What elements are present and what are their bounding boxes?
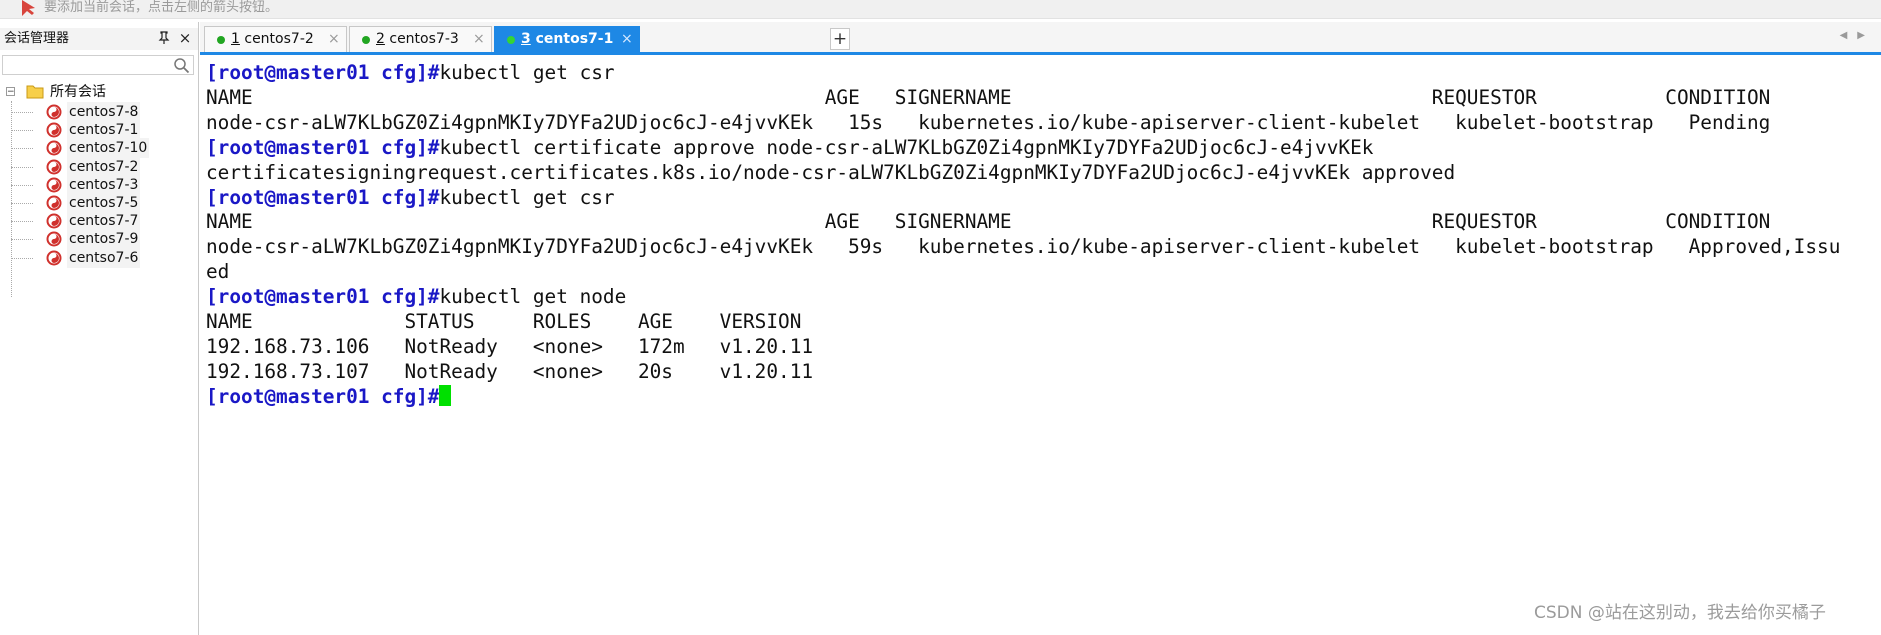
terminal-command-line: [root@master01 cfg]#kubectl get node (206, 284, 626, 309)
session-item-label: centso7-6 (67, 247, 141, 268)
tab-centos7-2[interactable]: 1 centos7-2 × (204, 26, 347, 52)
session-manager-panel: 会话管理器 × − 所有会话 centos7-8 centos7-1 centos7… (0, 22, 199, 635)
terminal-output-line: node-csr-aLW7KLbGZ0Zi4gpnMKIy7DYFa2UDjoc… (206, 234, 1840, 259)
hint-text: 要添加当前会话，点击左侧的箭头按钮。 (44, 0, 279, 15)
session-swirl-icon (46, 231, 62, 247)
watermark: CSDN @站在这别动，我去给你买橘子 (1534, 603, 1826, 623)
session-swirl-icon (46, 213, 62, 229)
tree-connector (11, 148, 33, 150)
arrow-bookmark-icon[interactable] (20, 0, 38, 16)
terminal-command-line: [root@master01 cfg]#kubectl get csr (206, 60, 615, 85)
session-swirl-icon (46, 177, 62, 193)
close-tab-icon[interactable]: × (621, 30, 633, 49)
tab-number: 3 (521, 31, 531, 47)
tree-connector (11, 203, 33, 204)
terminal-output-line: NAME AGE SIGNERNAME REQUESTOR CONDITION (206, 209, 1770, 234)
tab-label: 3 centos7-1 (521, 30, 613, 49)
shell-prompt: [root@master01 cfg]# (206, 285, 440, 309)
terminal-output-line: NAME AGE SIGNERNAME REQUESTOR CONDITION (206, 85, 1770, 110)
close-panel-button[interactable]: × (177, 29, 193, 47)
tree-connector (11, 112, 33, 113)
output-text: NAME STATUS ROLES AGE VERSION (206, 310, 802, 333)
terminal-output[interactable]: [root@master01 cfg]#kubectl get csr NAME … (200, 56, 1881, 635)
terminal-output-line: ed (206, 259, 229, 284)
tab-label: 2 centos7-3 (376, 30, 459, 49)
connection-status-dot-icon (217, 36, 225, 44)
tab-name: centos7-1 (535, 31, 614, 47)
tab-centos7-1[interactable]: 3 centos7-1 × (494, 26, 640, 52)
close-tab-icon[interactable]: × (473, 30, 485, 49)
add-tab-button[interactable]: + (830, 28, 850, 50)
shell-prompt: [root@master01 cfg]# (206, 135, 440, 159)
tab-number: 2 (376, 31, 385, 47)
terminal-command-line: [root@master01 cfg]#kubectl certificate … (206, 135, 1373, 160)
hint-bar: 要添加当前会话，点击左侧的箭头按钮。 (0, 0, 1881, 19)
output-text: NAME AGE SIGNERNAME REQUESTOR CONDITION (206, 210, 1771, 234)
terminal-command-line: [root@master01 cfg]# (206, 384, 452, 409)
tree-connector (11, 130, 33, 132)
shell-prompt: [root@master01 cfg]# (206, 384, 440, 408)
search-icon[interactable] (173, 57, 190, 74)
close-tab-icon[interactable]: × (328, 30, 340, 49)
tree-connector (11, 166, 33, 168)
terminal-command-line: [root@master01 cfg]#kubectl get csr (206, 185, 615, 210)
session-swirl-icon (46, 104, 62, 120)
session-swirl-icon (46, 250, 62, 266)
tab-number: 1 (231, 31, 240, 47)
command-text: kubectl get node (439, 285, 627, 309)
command-text: kubectl get csr (439, 61, 615, 84)
session-swirl-icon (46, 122, 62, 138)
tree-connector (11, 184, 33, 186)
command-text: kubectl certificate approve node-csr-aLW… (439, 135, 1374, 159)
tree-connector (11, 239, 33, 241)
tree-root-label: 所有会话 (50, 84, 106, 100)
session-item[interactable]: centso7-6 (0, 247, 198, 269)
session-swirl-icon (46, 159, 62, 175)
tab-name: centos7-2 (244, 31, 314, 47)
session-swirl-icon (46, 140, 62, 156)
output-text: ed (206, 260, 230, 284)
panel-header: 会话管理器 × (0, 28, 198, 50)
terminal-output-line: NAME STATUS ROLES AGE VERSION (206, 309, 801, 334)
panel-title: 会话管理器 (4, 31, 70, 46)
pin-icon[interactable] (156, 29, 172, 47)
session-search-input[interactable] (2, 55, 194, 75)
output-text: certificatesigningrequest.certificates.k… (206, 160, 1456, 184)
tree-root-all-sessions[interactable]: − 所有会话 (4, 82, 184, 102)
output-text: node-csr-aLW7KLbGZ0Zi4gpnMKIy7DYFa2UDjoc… (206, 110, 1771, 134)
tab-scroll-arrows-icon[interactable]: ◀▶ (1840, 30, 1875, 41)
terminal-cursor[interactable] (439, 384, 452, 406)
session-swirl-icon (46, 195, 62, 211)
tab-label: 1 centos7-2 (231, 30, 314, 49)
output-text: NAME AGE SIGNERNAME REQUESTOR CONDITION (206, 85, 1771, 109)
tab-bar: + ◀▶ 1 centos7-2 × 2 centos7-3 × 3 centos7-1… (200, 22, 1881, 55)
connection-status-dot-icon (507, 36, 515, 44)
output-text: 192.168.73.106 NotReady <none> 172m v1.2… (206, 334, 814, 358)
command-text: kubectl get csr (439, 185, 615, 209)
tab-centos7-3[interactable]: 2 centos7-3 × (349, 26, 492, 52)
tab-name: centos7-3 (389, 31, 459, 47)
terminal-output-line: node-csr-aLW7KLbGZ0Zi4gpnMKIy7DYFa2UDjoc… (206, 110, 1770, 135)
tree-connector (11, 221, 33, 223)
terminal-output-line: 192.168.73.106 NotReady <none> 172m v1.2… (206, 334, 813, 359)
folder-icon (26, 85, 44, 99)
output-text: 192.168.73.107 NotReady <none> 20s v1.20… (206, 359, 814, 383)
terminal-output-line: certificatesigningrequest.certificates.k… (206, 160, 1455, 185)
shell-prompt: [root@master01 cfg]# (206, 185, 440, 209)
tree-connector (11, 257, 33, 259)
shell-prompt: [root@master01 cfg]# (206, 61, 440, 84)
output-text: node-csr-aLW7KLbGZ0Zi4gpnMKIy7DYFa2UDjoc… (206, 235, 1841, 259)
connection-status-dot-icon (362, 36, 370, 44)
collapse-icon[interactable]: − (6, 87, 15, 97)
terminal-output-line: 192.168.73.107 NotReady <none> 20s v1.20… (206, 359, 813, 384)
